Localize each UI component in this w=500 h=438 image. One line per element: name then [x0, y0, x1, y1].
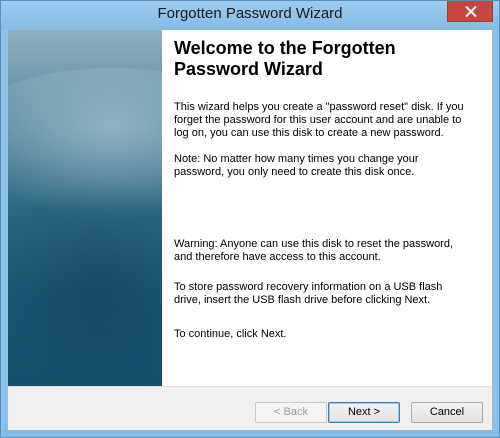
intro-paragraph: This wizard helps you create a "password…	[174, 101, 464, 139]
close-button[interactable]	[447, 1, 493, 22]
banner-shadow	[8, 180, 162, 386]
title-bar[interactable]: Forgotten Password Wizard	[1, 1, 499, 30]
usb-paragraph: To store password recovery information o…	[174, 281, 443, 306]
window-bottom-border	[1, 430, 499, 437]
wizard-content: Welcome to the Forgotten Password Wizard…	[174, 38, 478, 340]
window-title: Forgotten Password Wizard	[157, 5, 343, 22]
back-button[interactable]: < Back	[255, 402, 327, 423]
wizard-window: Forgotten Password Wizard Welcome to the…	[0, 0, 500, 438]
continue-paragraph: To continue, click Next.	[174, 328, 287, 340]
next-button[interactable]: Next >	[328, 402, 400, 423]
wizard-button-bar: < Back Next > Cancel	[8, 386, 492, 431]
warning-paragraph: Warning: Anyone can use this disk to res…	[174, 238, 454, 263]
wizard-side-banner	[8, 30, 162, 386]
wizard-client-area: Welcome to the Forgotten Password Wizard…	[8, 30, 492, 431]
note-paragraph: Note: No matter how many times you chang…	[174, 153, 419, 178]
close-icon	[465, 6, 477, 17]
cancel-button[interactable]: Cancel	[411, 402, 483, 423]
wizard-heading: Welcome to the Forgotten Password Wizard	[174, 38, 396, 79]
